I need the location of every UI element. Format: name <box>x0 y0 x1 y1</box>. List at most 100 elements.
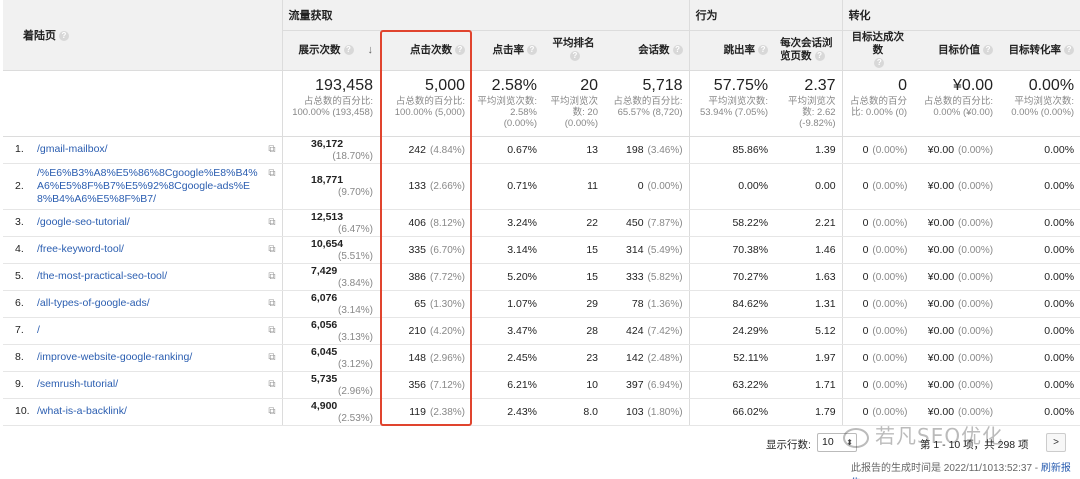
landing-page-link[interactable]: /google-seo-tutorial/ <box>37 216 130 228</box>
col-sessions[interactable]: 会话数? <box>604 30 690 71</box>
pages-per-session-cell: 1.63 <box>774 263 843 291</box>
help-icon[interactable]: ? <box>59 30 69 41</box>
goal-conv-rate-cell: 0.00% <box>999 398 1080 426</box>
goal-completions-cell: 0 (0.00%) <box>841 136 914 164</box>
goal-value-cell: ¥0.00 (0.00%) <box>913 136 1000 164</box>
col-avg-position[interactable]: 平均排名? <box>543 30 604 71</box>
clicks-cell: 335 (6.70%) <box>379 236 471 264</box>
ctr-cell: 0.67% <box>471 136 543 164</box>
open-page-icon[interactable]: ⧉ <box>268 168 275 179</box>
goal-completions-cell: 0 (0.00%) <box>841 371 914 399</box>
col-landing-page[interactable]: 着陆页? <box>3 0 282 71</box>
help-icon[interactable]: ? <box>570 51 580 62</box>
total-goal-value: ¥0.00 占总数的百分比: 0.00% (¥0.00) <box>913 70 1000 137</box>
report-generated-text: 此报告的生成时间是 2022/11/1013:52:37 - 刷新报告 <box>851 459 1080 479</box>
ctr-cell: 0.71% <box>471 163 543 210</box>
open-page-icon[interactable]: ⧉ <box>268 271 275 282</box>
help-icon[interactable]: ? <box>983 44 994 55</box>
landing-page-link[interactable]: /gmail-mailbox/ <box>37 143 108 155</box>
landing-page-link[interactable]: /improve-website-google-ranking/ <box>37 351 192 363</box>
col-ctr[interactable]: 点击率? <box>471 30 543 71</box>
open-page-icon[interactable]: ⧉ <box>268 325 275 336</box>
help-icon[interactable]: ? <box>758 44 769 55</box>
rows-per-page-label: 显示行数: <box>766 439 811 451</box>
bounce-rate-cell: 0.00% <box>688 163 775 210</box>
open-page-icon[interactable]: ⧉ <box>268 217 275 228</box>
landing-page-link[interactable]: /free-keyword-tool/ <box>37 243 124 255</box>
impressions-cell: 36,172(18.70%) <box>281 136 379 164</box>
total-avg-position: 20 平均浏览次数: 20 (0.00%) <box>543 70 604 137</box>
clicks-cell: 242 (4.84%) <box>379 136 471 164</box>
open-page-icon[interactable]: ⧉ <box>268 298 275 309</box>
pages-per-session-cell: 0.00 <box>774 163 843 210</box>
goal-conv-rate-cell: 0.00% <box>999 209 1080 237</box>
goal-completions-cell: 0 (0.00%) <box>841 209 914 237</box>
goal-completions-cell: 0 (0.00%) <box>841 344 914 372</box>
landing-page-cell: 10. /what-is-a-backlink/ ⧉ <box>3 398 282 426</box>
clicks-cell: 386 (7.72%) <box>379 263 471 291</box>
total-goal-completions: 0 占总数的百分比: 0.00% (0) <box>841 70 914 137</box>
open-page-icon[interactable]: ⧉ <box>268 379 275 390</box>
landing-page-link[interactable]: /%E6%B3%A8%E5%86%8Cgoogle%E8%B4%A6%E5%8F… <box>37 167 258 205</box>
group-traffic: 流量获取 <box>281 0 690 31</box>
open-page-icon[interactable]: ⧉ <box>268 144 275 155</box>
impressions-cell: 10,654(5.51%) <box>281 236 379 264</box>
help-icon[interactable]: ? <box>874 57 885 68</box>
goal-value-cell: ¥0.00 (0.00%) <box>913 371 1000 399</box>
sessions-cell: 78 (1.36%) <box>604 290 690 318</box>
help-icon[interactable]: ? <box>455 44 465 55</box>
avg-position-cell: 15 <box>543 236 604 264</box>
help-icon[interactable]: ? <box>343 44 354 55</box>
open-page-icon[interactable]: ⧉ <box>268 244 275 255</box>
landing-page-link[interactable]: /what-is-a-backlink/ <box>37 405 127 417</box>
sort-desc-icon[interactable]: ↓ <box>368 44 374 57</box>
goal-completions-cell: 0 (0.00%) <box>841 236 914 264</box>
ctr-cell: 2.43% <box>471 398 543 426</box>
open-page-icon[interactable]: ⧉ <box>268 352 275 363</box>
landing-page-link[interactable]: /the-most-practical-seo-tool/ <box>37 270 167 282</box>
goal-completions-cell: 0 (0.00%) <box>841 263 914 291</box>
pages-per-session-cell: 1.79 <box>774 398 843 426</box>
impressions-cell: 6,045(3.12%) <box>281 344 379 372</box>
goal-conv-rate-cell: 0.00% <box>999 344 1080 372</box>
landing-page-link[interactable]: / <box>37 324 40 336</box>
clicks-cell: 210 (4.20%) <box>379 317 471 345</box>
avg-position-cell: 29 <box>543 290 604 318</box>
bounce-rate-cell: 85.86% <box>688 136 775 164</box>
clicks-cell: 406 (8.12%) <box>379 209 471 237</box>
pages-per-session-cell: 2.21 <box>774 209 843 237</box>
col-clicks[interactable]: 点击次数? <box>379 30 471 71</box>
open-page-icon[interactable]: ⧉ <box>268 406 275 417</box>
goal-value-cell: ¥0.00 (0.00%) <box>913 317 1000 345</box>
landing-page-link[interactable]: /all-types-of-google-ads/ <box>37 297 150 309</box>
clicks-cell: 119 (2.38%) <box>379 398 471 426</box>
wechat-icon <box>843 427 869 448</box>
clicks-cell: 133 (2.66%) <box>379 163 471 210</box>
help-icon[interactable]: ? <box>1064 44 1075 55</box>
landing-page-link[interactable]: /semrush-tutorial/ <box>37 378 118 390</box>
help-icon[interactable]: ? <box>527 44 537 55</box>
goal-value-cell: ¥0.00 (0.00%) <box>913 163 1000 210</box>
col-impressions[interactable]: 展示次数? ↓ <box>281 30 379 71</box>
next-page-button[interactable]: > <box>1046 433 1066 452</box>
goal-conv-rate-cell: 0.00% <box>999 371 1080 399</box>
col-goal-value[interactable]: 目标价值? <box>913 30 1000 71</box>
totals-label-cell <box>3 70 282 137</box>
bounce-rate-cell: 66.02% <box>688 398 775 426</box>
help-icon[interactable]: ? <box>814 51 825 62</box>
ctr-cell: 6.21% <box>471 371 543 399</box>
col-goal-conv-rate[interactable]: 目标转化率? <box>999 30 1080 71</box>
sessions-cell: 424 (7.42%) <box>604 317 690 345</box>
col-goal-completions[interactable]: 目标达成次数? <box>841 30 914 71</box>
goal-value-cell: ¥0.00 (0.00%) <box>913 290 1000 318</box>
col-pages-per-session[interactable]: 每次会话浏览页数? <box>774 30 843 71</box>
col-bounce-rate[interactable]: 跳出率? <box>688 30 775 71</box>
row-number: 4. <box>15 243 24 256</box>
clicks-cell: 65 (1.30%) <box>379 290 471 318</box>
table-row: 5. /the-most-practical-seo-tool/ ⧉ 7,429(3.… <box>3 263 1080 291</box>
report-table: 着陆页? 流量获取 行为 转化 展示次数? ↓ 点击次数? 点击率? 平均排名? … <box>3 0 1080 426</box>
help-icon[interactable]: ? <box>672 44 683 55</box>
impressions-cell: 6,076(3.14%) <box>281 290 379 318</box>
impressions-cell: 18,771(9.70%) <box>281 163 379 210</box>
pages-per-session-cell: 1.39 <box>774 136 843 164</box>
